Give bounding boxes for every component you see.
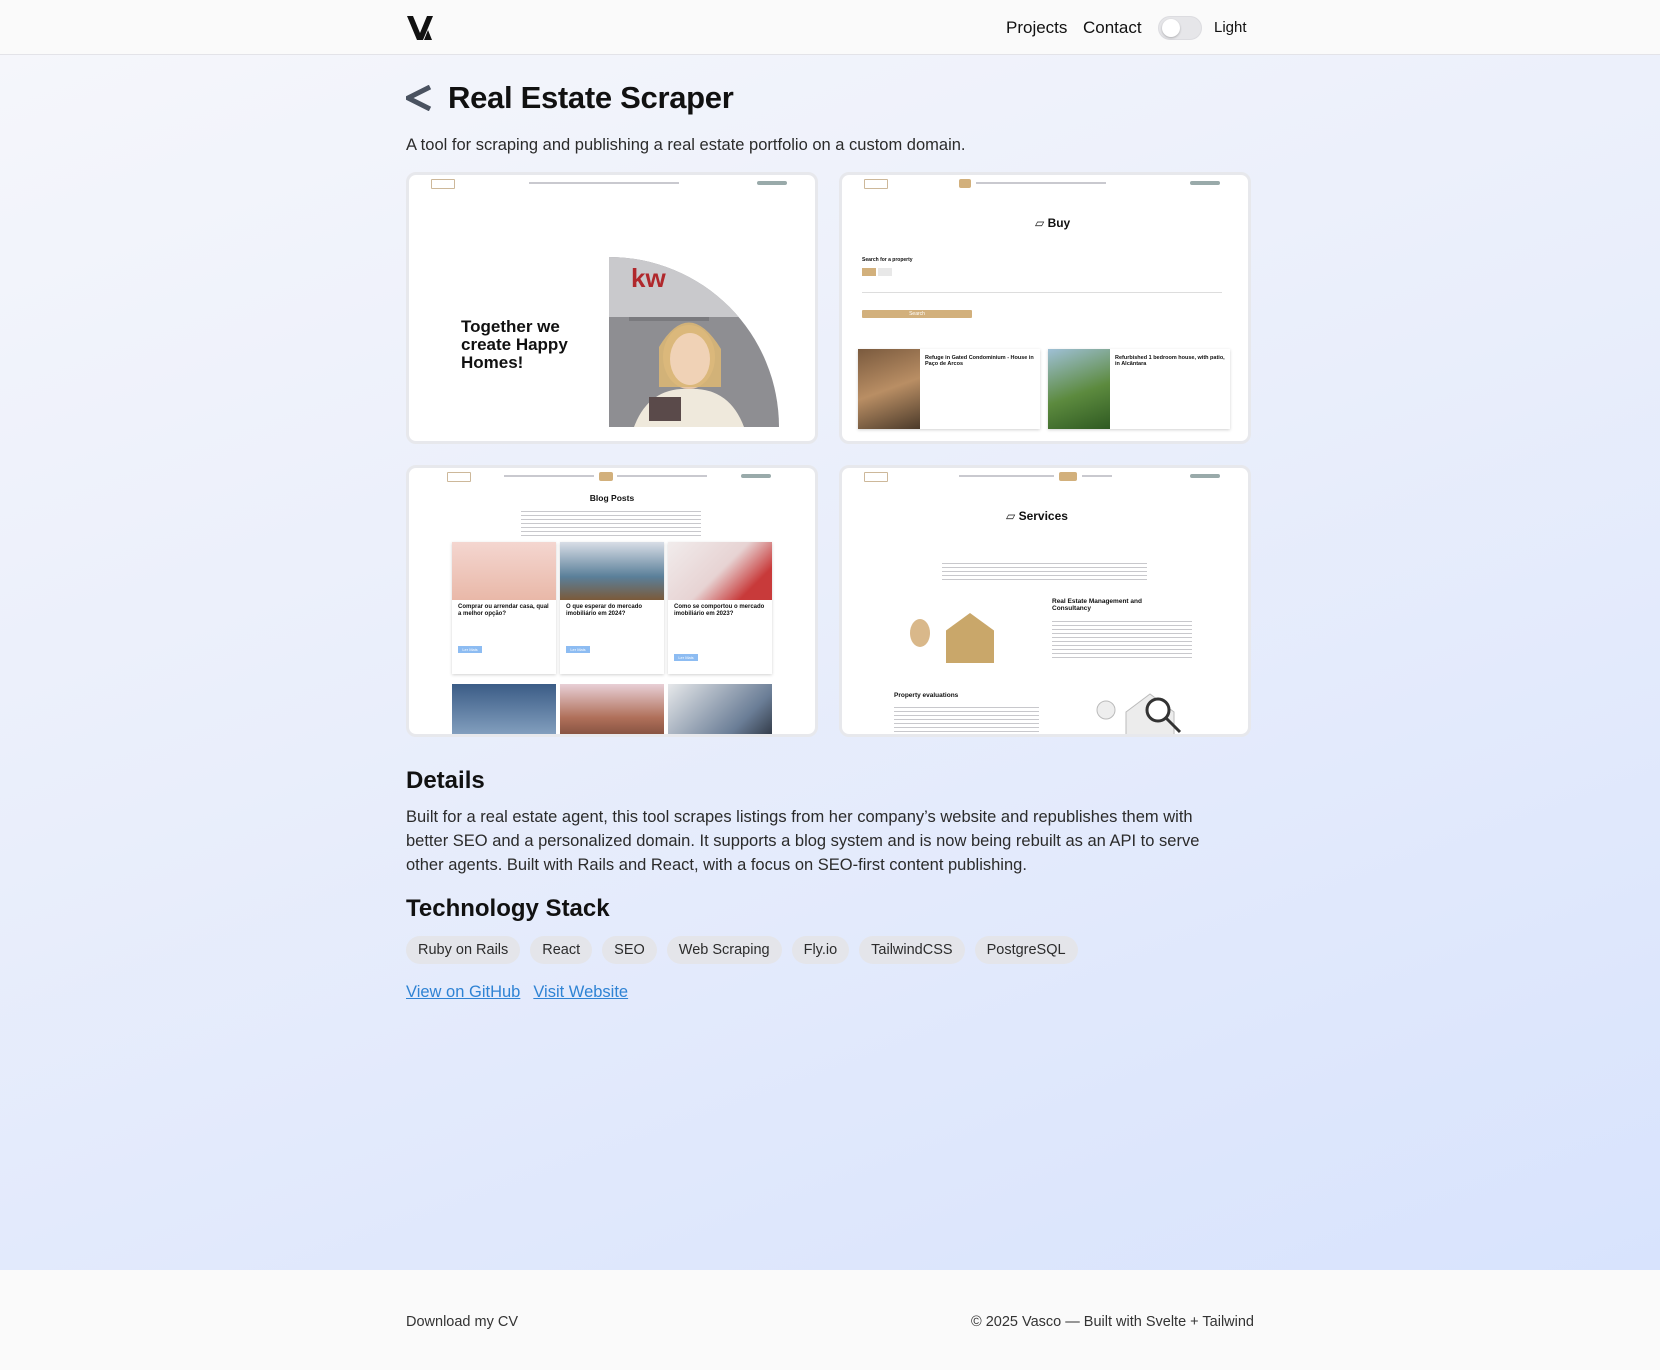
home-headline: Together we create Happy Homes! [461, 317, 568, 372]
page-title: Real Estate Scraper [448, 80, 734, 115]
project-links: View on GitHub Visit Website [406, 980, 641, 1004]
filter-row [862, 292, 1222, 293]
screenshot-buy[interactable]: ▱ Buy Search for a property Search Refug… [839, 172, 1251, 444]
listing-title: Refurbished 1 bedroom house, with patio,… [1115, 355, 1225, 368]
blog-card-image [452, 684, 556, 734]
mini-nav-icons [741, 474, 771, 478]
blog-card[interactable]: Comprar ou arrendar casa, qual a melhor … [452, 542, 556, 674]
listing-card[interactable]: Refuge in Gated Condominium - House in P… [858, 349, 1040, 429]
rent-toggle[interactable] [878, 268, 892, 276]
blog-card-title: O que esperar do mercado imobiliário em … [566, 604, 643, 617]
details-text: Built for a real estate agent, this tool… [406, 808, 1200, 874]
mini-nav-icons [1190, 181, 1220, 185]
site-footer: Download my CV © 2025 Vasco — Built with… [0, 1270, 1660, 1370]
blog-card-image [452, 542, 556, 600]
listing-photo [1048, 349, 1110, 429]
mini-logo [864, 179, 888, 189]
service-title: Property evaluations [894, 692, 959, 699]
tech-tag: Ruby on Rails [406, 936, 521, 964]
main-content: Real Estate Scraper A tool for scraping … [0, 55, 1660, 1270]
read-more-button[interactable]: Ler Mais [458, 646, 482, 653]
mini-navbar [409, 468, 815, 484]
listing-card[interactable]: Refurbished 1 bedroom house, with patio,… [1048, 349, 1230, 429]
mini-nav-icons [1190, 474, 1220, 478]
leaf-icon: ▱ [1035, 216, 1048, 230]
mini-nav-links [1082, 475, 1112, 477]
nav-contact[interactable]: Contact [1083, 16, 1142, 40]
listing-photo [858, 349, 920, 429]
back-chevron-icon[interactable] [406, 85, 432, 111]
nav-projects[interactable]: Projects [1006, 16, 1067, 40]
leaf-icon: ▱ [1006, 509, 1019, 523]
tech-tag: React [530, 936, 593, 964]
site-header: Projects Contact Light [0, 0, 1660, 55]
mini-active-tab [1059, 472, 1077, 481]
tech-tag: PostgreSQL [974, 936, 1078, 964]
search-label: Search for a property [862, 257, 913, 263]
tech-tag: TailwindCSS [859, 936, 965, 964]
agent-portrait-image: kw [609, 257, 779, 427]
magnifier-house-illustration [1096, 693, 1182, 734]
blog-card-image [560, 684, 664, 734]
mini-nav-links [976, 182, 1106, 184]
mini-nav-links [529, 182, 679, 184]
svg-text:kw: kw [631, 263, 666, 293]
tech-tags: Ruby on Rails React SEO Web Scraping Fly… [406, 936, 1078, 964]
mini-nav-links [959, 475, 1054, 477]
search-button[interactable]: Search [862, 310, 972, 318]
buy-heading: ▱ Buy [1035, 216, 1071, 230]
blog-card-image [668, 542, 772, 600]
theme-label: Light [1214, 19, 1247, 36]
read-more-button[interactable]: Ler Mais [674, 654, 698, 661]
buy-toggle[interactable] [862, 268, 876, 276]
house-illustration [906, 605, 994, 663]
mini-logo [447, 472, 471, 482]
blog-card-title: Como se comportou o mercado imobiliário … [674, 604, 765, 617]
screenshot-blog[interactable]: Blog Posts Comprar ou arrendar casa, qua… [406, 465, 818, 737]
services-intro-text [942, 560, 1147, 580]
service-title: Real Estate Management and Consultancy [1052, 598, 1142, 613]
screenshot-services[interactable]: ▱ Services Real Estate Management and Co… [839, 465, 1251, 737]
mini-active-tab [599, 472, 613, 481]
tech-tag: Fly.io [791, 936, 850, 964]
screenshot-home[interactable]: Together we create Happy Homes! kw [406, 172, 818, 444]
tech-stack-heading: Technology Stack [406, 895, 610, 922]
mini-navbar [409, 175, 815, 191]
read-more-button[interactable]: Ler Mais [566, 646, 590, 653]
mini-active-tab [959, 179, 971, 188]
mini-nav-links [504, 475, 594, 477]
website-link[interactable]: Visit Website [533, 983, 628, 1001]
mini-logo [431, 179, 455, 189]
download-cv-link[interactable]: Download my CV [406, 1312, 518, 1332]
toggle-knob [1162, 19, 1180, 37]
listing-title: Refuge in Gated Condominium - House in P… [925, 355, 1034, 368]
blog-card[interactable]: O que esperar do mercado imobiliário em … [560, 542, 664, 674]
blog-card[interactable]: Como se comportou o mercado imobiliário … [668, 542, 772, 674]
services-heading: ▱ Services [1006, 509, 1068, 523]
mini-nav-links [617, 475, 707, 477]
blog-card-title: Comprar ou arrendar casa, qual a melhor … [458, 604, 549, 617]
logo-icon[interactable] [406, 14, 434, 42]
tech-tag: Web Scraping [666, 936, 782, 964]
blog-intro-text [521, 508, 701, 536]
service-description [1052, 618, 1192, 658]
blog-card-image [560, 542, 664, 600]
theme-toggle[interactable] [1158, 16, 1202, 40]
mini-logo [864, 472, 888, 482]
page-subtitle: A tool for scraping and publishing a rea… [406, 136, 966, 154]
mini-nav-icons [757, 181, 787, 185]
copyright-text: © 2025 Vasco — Built with Svelte + Tailw… [971, 1314, 1254, 1330]
mini-navbar [842, 468, 1248, 484]
blog-heading: Blog Posts [589, 493, 635, 503]
service-description [894, 704, 1039, 734]
tech-tag: SEO [602, 936, 657, 964]
mini-navbar [842, 175, 1248, 191]
github-link[interactable]: View on GitHub [406, 983, 520, 1001]
blog-card-image [668, 684, 772, 734]
details-heading: Details [406, 767, 485, 794]
